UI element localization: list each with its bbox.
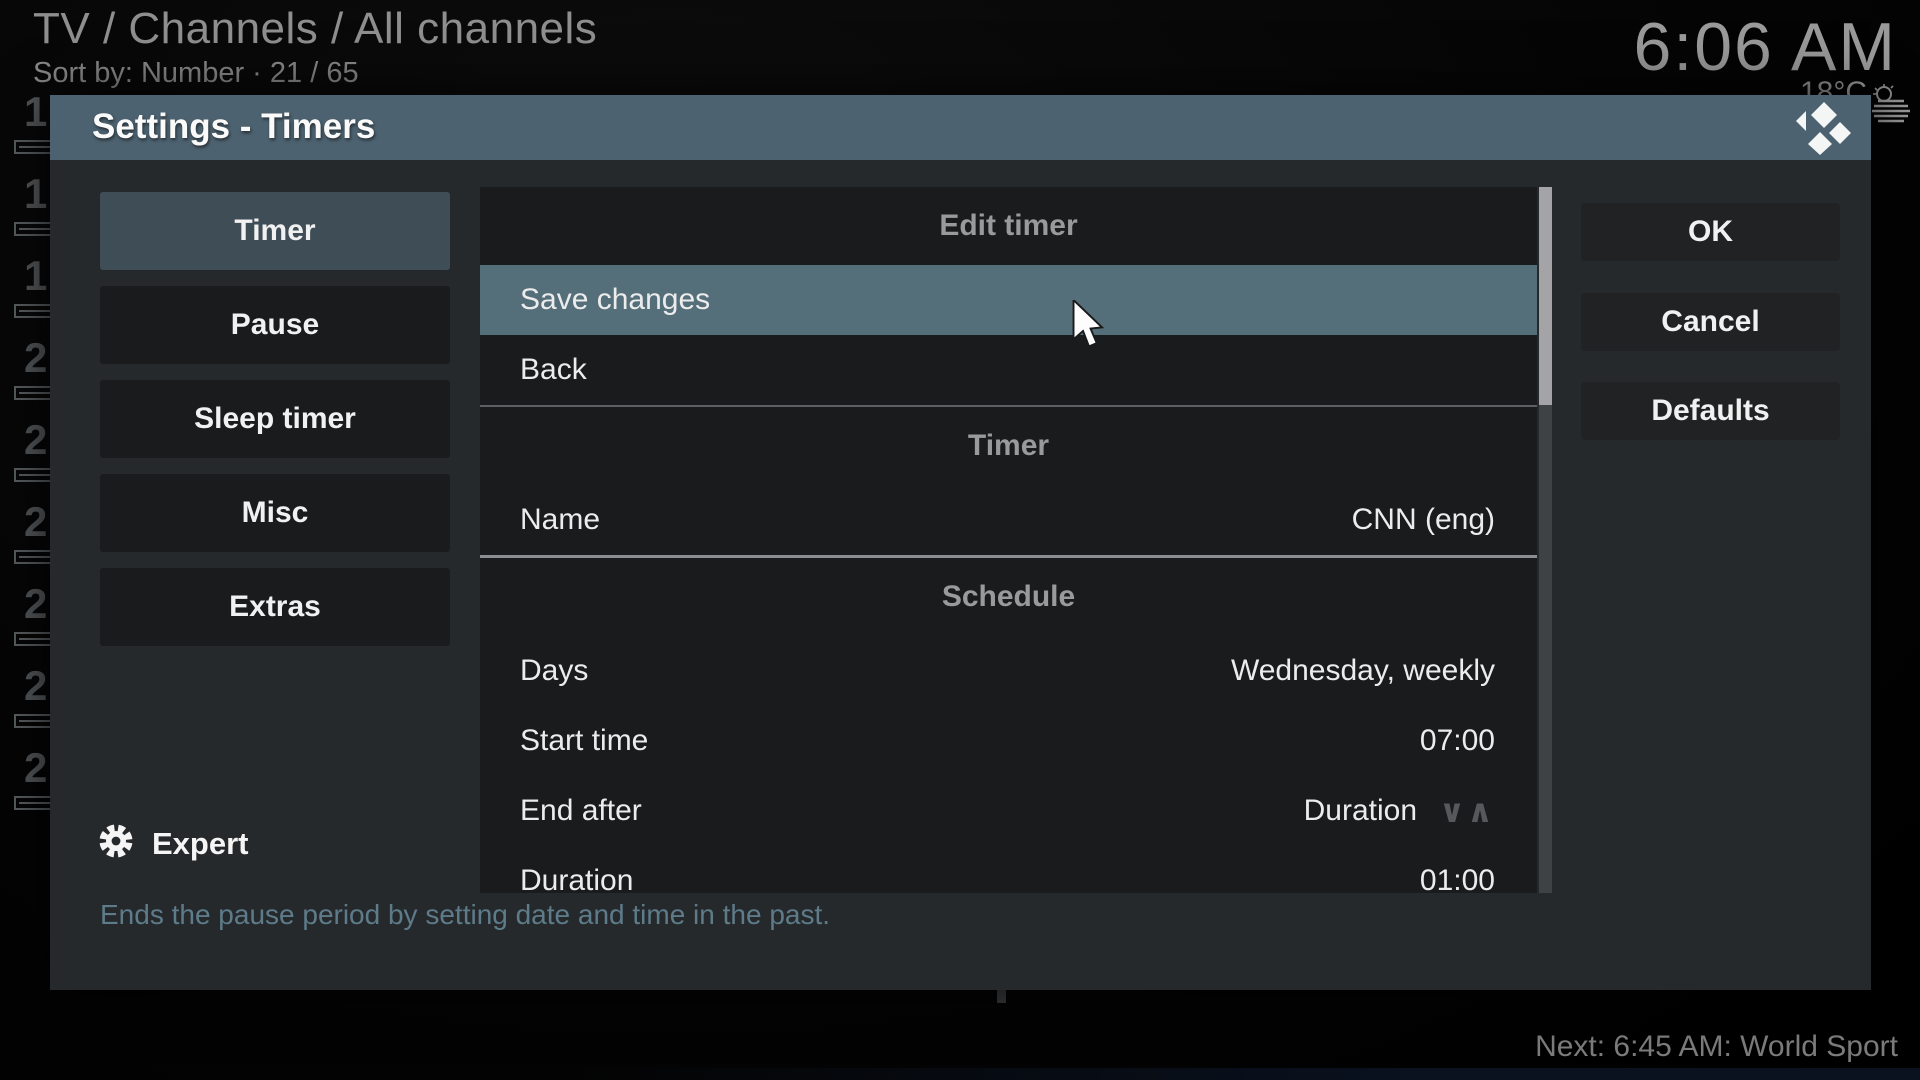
- mouse-cursor: [1072, 300, 1106, 355]
- setting-row-end-after[interactable]: End afterDuration ∨∧: [480, 776, 1537, 846]
- section-heading-edit-timer: Edit timer: [480, 187, 1537, 265]
- ok-button[interactable]: OK: [1581, 203, 1840, 261]
- channel-number: 2: [24, 580, 47, 628]
- settings-timers-dialog: Settings - Timers Timer Pause Sleep timer M…: [50, 95, 1871, 990]
- kodi-logo-icon: [1791, 101, 1853, 160]
- channel-number: 2: [24, 416, 47, 464]
- list-item-save-changes[interactable]: Save changes: [480, 265, 1537, 335]
- scrollbar-thumb[interactable]: [1539, 187, 1552, 405]
- breadcrumb: TV / Channels / All channels: [33, 4, 597, 54]
- settings-level-label: Expert: [152, 826, 248, 862]
- spinner-down-icon[interactable]: ∨: [1439, 793, 1467, 829]
- bottom-strip: [0, 1068, 1920, 1080]
- dialog-title: Settings - Timers: [92, 107, 375, 147]
- dialog-titlebar: Settings - Timers: [50, 95, 1871, 160]
- setting-value: 07:00: [1420, 724, 1495, 758]
- spinner-control: ∨∧: [1439, 792, 1495, 830]
- setting-label: Start time: [520, 724, 1420, 758]
- setting-row-duration[interactable]: Duration01:00: [480, 846, 1537, 893]
- sidebar-item-misc[interactable]: Misc: [100, 474, 450, 552]
- defaults-button[interactable]: Defaults: [1581, 382, 1840, 440]
- settings-categories: Timer Pause Sleep timer Misc Extras: [100, 192, 450, 662]
- dialog-actions: OK Cancel Defaults: [1581, 203, 1840, 472]
- setting-value: Wednesday, weekly: [1231, 654, 1495, 688]
- sidebar-item-pause[interactable]: Pause: [100, 286, 450, 364]
- spinner-up-icon[interactable]: ∧: [1467, 793, 1495, 829]
- channel-number: 1: [24, 170, 47, 218]
- help-text: Ends the pause period by setting date an…: [100, 899, 830, 931]
- timer-settings-list: Edit timerSave changesBackTimerNameCNN (…: [480, 187, 1537, 893]
- setting-row-name[interactable]: NameCNN (eng): [480, 485, 1537, 555]
- setting-value: 01:00: [1420, 864, 1495, 893]
- sidebar-item-extras[interactable]: Extras: [100, 568, 450, 646]
- setting-label: End after: [520, 794, 1304, 828]
- channel-number: 2: [24, 334, 47, 382]
- kodi-screen: TV / Channels / All channels Sort by: Nu…: [0, 0, 1920, 1080]
- section-heading-schedule: Schedule: [480, 558, 1537, 636]
- next-program-label: Next: 6:45 AM: World Sport: [1535, 1030, 1898, 1064]
- list-item-back[interactable]: Back: [480, 335, 1537, 405]
- setting-value: CNN (eng): [1352, 503, 1495, 537]
- setting-label: Name: [520, 503, 1352, 537]
- setting-value: Duration: [1304, 794, 1417, 828]
- setting-label: Duration: [520, 864, 1420, 893]
- background-fragment: [997, 990, 1006, 1003]
- sidebar-item-timer[interactable]: Timer: [100, 192, 450, 270]
- channel-number: 1: [24, 88, 47, 136]
- list-scrollbar[interactable]: [1539, 187, 1552, 893]
- clock: 6:06 AM: [1634, 8, 1898, 86]
- sidebar-item-sleep-timer[interactable]: Sleep timer: [100, 380, 450, 458]
- section-heading-timer: Timer: [480, 407, 1537, 485]
- channel-number: 2: [24, 498, 47, 546]
- setting-row-start-time[interactable]: Start time07:00: [480, 706, 1537, 776]
- channel-number: 1: [24, 252, 47, 300]
- channel-number: 2: [24, 662, 47, 710]
- channel-number: 2: [24, 744, 47, 792]
- cancel-button[interactable]: Cancel: [1581, 293, 1840, 351]
- sort-info: Sort by: Number · 21 / 65: [33, 57, 359, 90]
- setting-label: Days: [520, 654, 1231, 688]
- partly-cloudy-icon: [1866, 84, 1912, 129]
- gear-icon: [98, 823, 134, 864]
- setting-row-days[interactable]: DaysWednesday, weekly: [480, 636, 1537, 706]
- settings-level[interactable]: Expert: [98, 823, 248, 864]
